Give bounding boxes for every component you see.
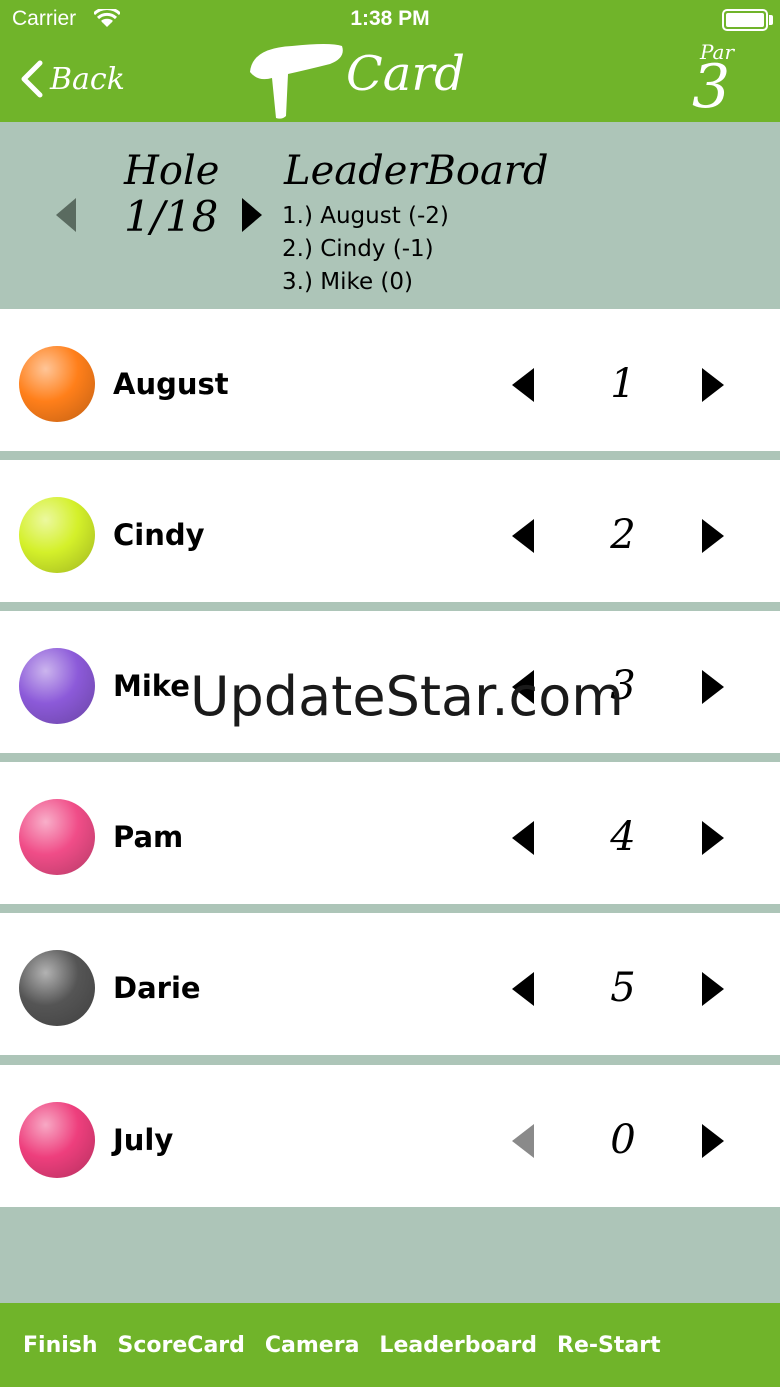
status-bar: Carrier 1:38 PM bbox=[0, 0, 780, 40]
tab-camera[interactable]: Camera bbox=[265, 1333, 360, 1358]
leaderboard-title: LeaderBoard bbox=[284, 148, 549, 194]
increase-score-button[interactable] bbox=[700, 819, 726, 857]
leaderboard-entry: 2.) Cindy (-1) bbox=[282, 236, 434, 262]
battery-icon bbox=[722, 9, 768, 31]
player-name: Darie bbox=[113, 971, 201, 1005]
next-hole-button[interactable] bbox=[240, 196, 264, 234]
chevron-left-icon bbox=[21, 60, 43, 98]
tab-finish[interactable]: Finish bbox=[23, 1333, 98, 1358]
info-panel: Hole 1/18 LeaderBoard 1.) August (-2) 2.… bbox=[0, 122, 780, 309]
player-row: Mike 3 bbox=[0, 611, 780, 753]
increase-score-button[interactable] bbox=[700, 366, 726, 404]
hole-number: 1/18 bbox=[124, 192, 219, 241]
increase-score-button[interactable] bbox=[700, 970, 726, 1008]
back-button[interactable]: Back bbox=[18, 54, 125, 104]
player-name: Pam bbox=[113, 820, 184, 854]
decrease-score-button[interactable] bbox=[510, 819, 536, 857]
increase-score-button[interactable] bbox=[700, 1122, 726, 1160]
player-score: 0 bbox=[610, 1117, 636, 1163]
decrease-score-button[interactable] bbox=[510, 970, 536, 1008]
golf-ball-icon bbox=[19, 799, 95, 875]
prev-hole-button[interactable] bbox=[54, 196, 78, 234]
player-score: 5 bbox=[610, 965, 636, 1011]
golf-ball-icon bbox=[19, 497, 95, 573]
golf-ball-icon bbox=[19, 346, 95, 422]
nav-bar: Back Card Par 3 bbox=[0, 40, 780, 122]
par-value: 3 bbox=[692, 52, 731, 122]
player-name: Cindy bbox=[113, 518, 205, 552]
logo-text: Card bbox=[346, 46, 466, 102]
tab-leaderboard[interactable]: Leaderboard bbox=[379, 1333, 537, 1358]
increase-score-button[interactable] bbox=[700, 668, 726, 706]
tab-scorecard[interactable]: ScoreCard bbox=[118, 1333, 245, 1358]
decrease-score-button[interactable] bbox=[510, 1122, 536, 1160]
decrease-score-button[interactable] bbox=[510, 668, 536, 706]
golf-ball-icon bbox=[19, 648, 95, 724]
leaderboard-entry: 1.) August (-2) bbox=[282, 203, 449, 229]
increase-score-button[interactable] bbox=[700, 517, 726, 555]
player-score: 1 bbox=[610, 361, 636, 407]
decrease-score-button[interactable] bbox=[510, 517, 536, 555]
player-name: August bbox=[113, 367, 229, 401]
player-score: 2 bbox=[610, 512, 636, 558]
player-name: July bbox=[113, 1123, 174, 1157]
leaderboard-entry: 3.) Mike (0) bbox=[282, 269, 414, 295]
player-score: 4 bbox=[610, 814, 636, 860]
player-name: Mike bbox=[113, 669, 190, 703]
player-row: August 1 bbox=[0, 309, 780, 451]
app-logo: Card bbox=[246, 40, 465, 122]
hole-title: Hole bbox=[124, 148, 220, 194]
player-score: 3 bbox=[610, 663, 636, 709]
status-time: 1:38 PM bbox=[350, 7, 430, 30]
decrease-score-button[interactable] bbox=[510, 366, 536, 404]
golf-ball-icon bbox=[19, 950, 95, 1026]
leaderboard-list: 1.) August (-2) 2.) Cindy (-1) 3.) Mike … bbox=[282, 200, 449, 299]
player-row: July 0 bbox=[0, 1065, 780, 1207]
bottom-tab-bar: Finish ScoreCard Camera Leaderboard Re-S… bbox=[0, 1303, 780, 1387]
putter-icon bbox=[250, 44, 343, 119]
player-row: Pam 4 bbox=[0, 762, 780, 904]
back-label: Back bbox=[50, 61, 125, 97]
golf-ball-icon bbox=[19, 1102, 95, 1178]
player-row: Darie 5 bbox=[0, 913, 780, 1055]
player-row: Cindy 2 bbox=[0, 460, 780, 602]
tab-restart[interactable]: Re-Start bbox=[557, 1333, 661, 1358]
battery-tip bbox=[769, 15, 773, 25]
